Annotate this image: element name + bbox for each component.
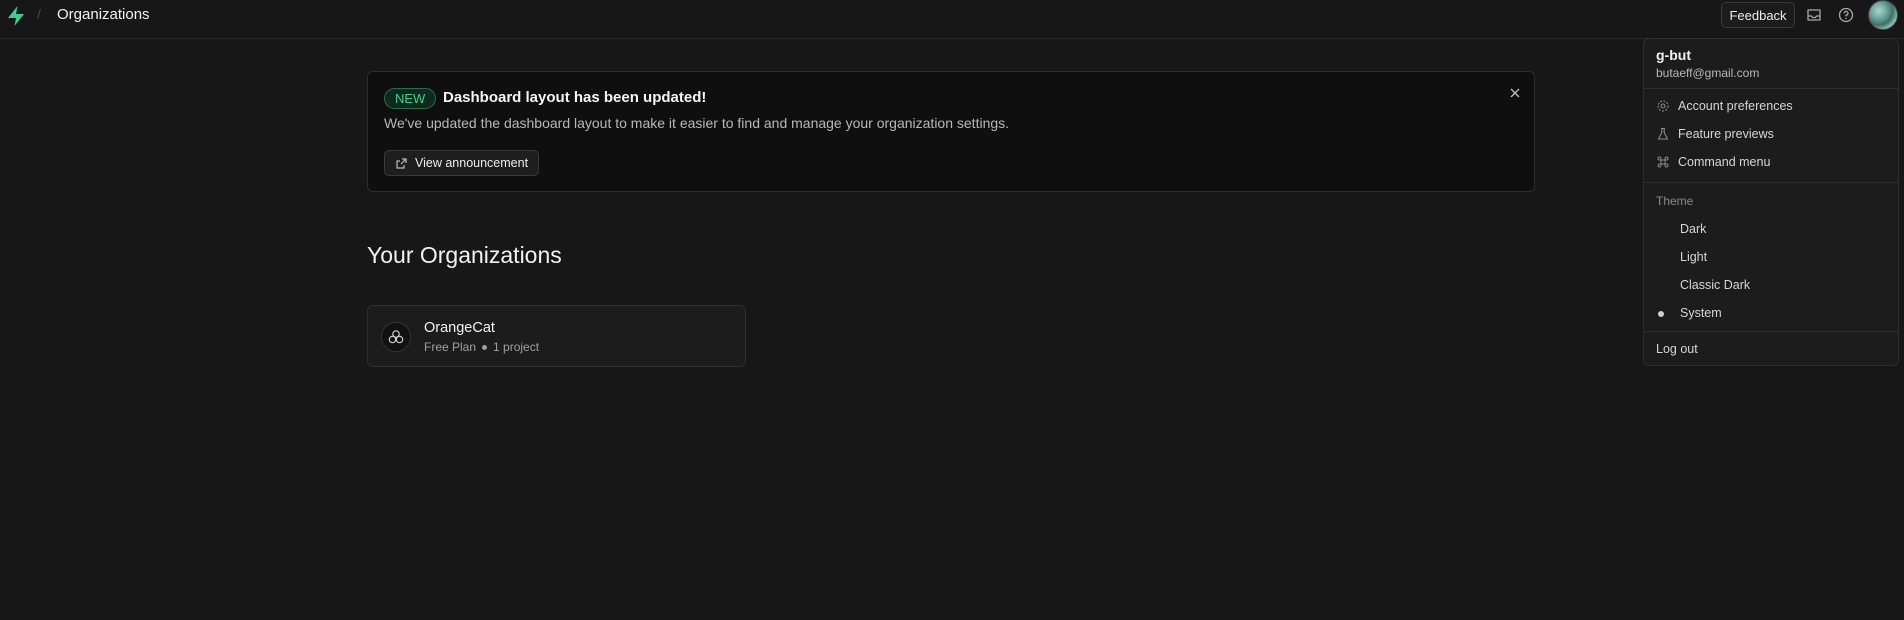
- menu-item-command-menu[interactable]: Command menu: [1656, 151, 1886, 173]
- theme-option-system[interactable]: System: [1680, 306, 1722, 320]
- help-icon[interactable]: [1837, 6, 1855, 24]
- view-announcement-label: View announcement: [415, 156, 529, 170]
- close-icon[interactable]: [1508, 86, 1522, 100]
- supabase-logo-icon[interactable]: [6, 5, 26, 27]
- announcement-banner: NEW Dashboard layout has been updated! W…: [367, 71, 1535, 192]
- menu-email: butaeff@gmail.com: [1656, 66, 1760, 80]
- theme-label: Theme: [1656, 194, 1694, 208]
- organization-icon: [381, 322, 411, 352]
- menu-item-account-preferences[interactable]: Account preferences: [1656, 95, 1886, 117]
- page-title[interactable]: Organizations: [57, 6, 150, 23]
- gear-icon: [1657, 100, 1669, 112]
- organization-projects: 1 project: [493, 340, 540, 354]
- menu-divider: [1644, 88, 1898, 89]
- menu-item-label: Feature previews: [1678, 127, 1774, 141]
- top-bar: / Organizations Feedback: [0, 0, 1904, 39]
- user-avatar[interactable]: [1868, 0, 1898, 30]
- menu-divider: [1644, 331, 1898, 332]
- view-announcement-button[interactable]: View announcement: [384, 150, 539, 176]
- section-title: Your Organizations: [367, 242, 562, 268]
- feedback-button[interactable]: Feedback: [1721, 2, 1795, 28]
- banner-title: Dashboard layout has been updated!: [443, 89, 707, 106]
- flask-icon: [1657, 127, 1669, 140]
- user-menu: g-but butaeff@gmail.com Account preferen…: [1643, 38, 1899, 366]
- external-link-icon: [396, 157, 407, 169]
- menu-item-label: Account preferences: [1678, 99, 1793, 113]
- inbox-icon[interactable]: [1805, 6, 1823, 24]
- organization-name: OrangeCat: [424, 320, 495, 336]
- theme-option-classic-dark[interactable]: Classic Dark: [1680, 278, 1750, 292]
- banner-description: We've updated the dashboard layout to ma…: [384, 115, 1010, 131]
- theme-option-dark[interactable]: Dark: [1680, 222, 1706, 236]
- dot-separator: [482, 344, 488, 350]
- new-badge: NEW: [384, 88, 437, 109]
- menu-username: g-but: [1656, 47, 1691, 63]
- breadcrumb-separator: /: [37, 6, 41, 22]
- menu-divider: [1644, 182, 1898, 183]
- menu-item-feature-previews[interactable]: Feature previews: [1656, 123, 1886, 145]
- organization-meta: Free Plan 1 project: [424, 340, 539, 354]
- organization-card[interactable]: OrangeCat Free Plan 1 project: [367, 305, 746, 367]
- command-icon: [1657, 156, 1669, 168]
- selected-theme-indicator: [1658, 311, 1664, 317]
- organization-plan: Free Plan: [424, 340, 477, 354]
- menu-item-label: Command menu: [1678, 155, 1771, 169]
- theme-option-light[interactable]: Light: [1680, 250, 1707, 264]
- logout-button[interactable]: Log out: [1656, 342, 1698, 356]
